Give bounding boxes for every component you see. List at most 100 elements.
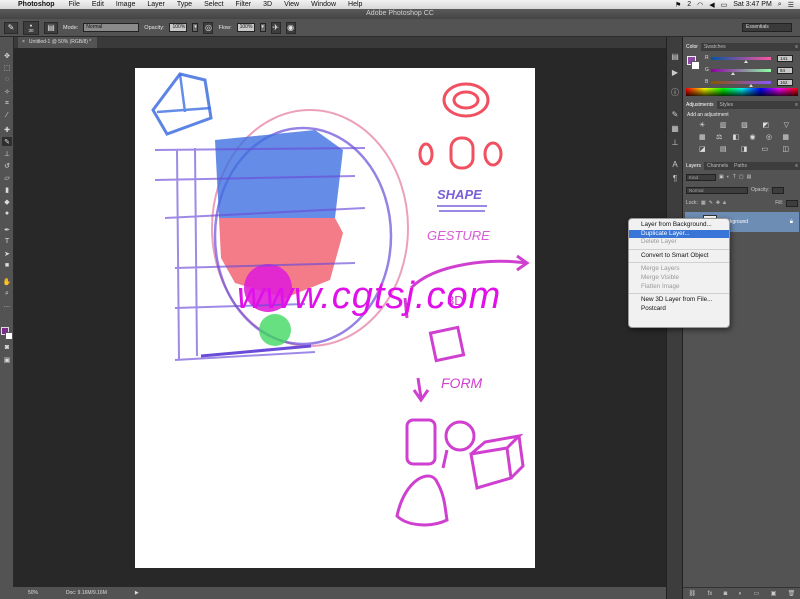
- move-tool-icon[interactable]: ✥: [2, 51, 12, 60]
- paragraph-panel-icon[interactable]: ¶: [670, 173, 680, 183]
- new-adjustment-layer-icon[interactable]: ◐: [739, 591, 743, 597]
- info-panel-icon[interactable]: ⓘ: [670, 87, 680, 97]
- menu-3d[interactable]: 3D: [257, 1, 278, 8]
- color-panel-background-swatch[interactable]: [691, 61, 700, 70]
- edit-toolbar-icon[interactable]: …: [2, 301, 12, 310]
- new-layer-icon[interactable]: ▣: [771, 590, 777, 597]
- history-panel-icon[interactable]: ▤: [670, 51, 680, 61]
- flow-dropdown-icon[interactable]: ▾: [259, 23, 266, 32]
- posterize-icon[interactable]: ▤: [720, 145, 727, 153]
- tab-layers[interactable]: Layers: [683, 162, 705, 170]
- flow-input[interactable]: 100%: [236, 23, 255, 32]
- red-value-input[interactable]: 141: [777, 54, 793, 62]
- battery-icon[interactable]: ▭: [721, 1, 728, 9]
- app-menu[interactable]: Photoshop: [14, 1, 63, 8]
- properties-panel-icon[interactable]: ▶: [670, 67, 680, 77]
- tab-styles[interactable]: Styles: [717, 101, 737, 109]
- brightness-contrast-icon[interactable]: ☀: [699, 121, 705, 129]
- marquee-tool-icon[interactable]: ⬚: [2, 63, 12, 72]
- menu-type[interactable]: Type: [171, 1, 198, 8]
- menu-layer[interactable]: Layer: [141, 1, 171, 8]
- pressure-opacity-icon[interactable]: ◎: [203, 21, 214, 34]
- screen-mode-icon[interactable]: ▣: [2, 355, 12, 364]
- background-color-swatch[interactable]: [5, 332, 13, 340]
- pressure-size-icon[interactable]: ◉: [285, 21, 296, 34]
- green-slider[interactable]: [711, 68, 771, 75]
- filter-pixel-icon[interactable]: ▣: [719, 174, 724, 180]
- lock-position-icon[interactable]: ✥: [716, 200, 720, 206]
- brush-tool-preset-icon[interactable]: ✎: [4, 21, 18, 34]
- brush-panel-icon[interactable]: ✎: [670, 109, 680, 119]
- status-menu-arrow-icon[interactable]: ▶: [135, 590, 139, 596]
- menu-help[interactable]: Help: [342, 1, 368, 8]
- new-group-icon[interactable]: ▭: [754, 590, 760, 597]
- crop-tool-icon[interactable]: ⌗: [2, 99, 12, 108]
- close-tab-icon[interactable]: ×: [22, 37, 25, 48]
- blue-value-input[interactable]: 162: [777, 78, 793, 86]
- menu-select[interactable]: Select: [198, 1, 229, 8]
- color-balance-icon[interactable]: ⚖: [716, 133, 722, 141]
- gradient-tool-icon[interactable]: ▮: [2, 185, 12, 194]
- filter-adjustment-icon[interactable]: ◐: [727, 174, 730, 180]
- layers-menu-icon[interactable]: ≡: [792, 162, 800, 170]
- menu-window[interactable]: Window: [305, 1, 342, 8]
- menu-item-new-3d-layer-from-file[interactable]: New 3D Layer from File...: [629, 296, 729, 305]
- delete-layer-icon[interactable]: 🗑︎: [788, 590, 796, 597]
- levels-icon[interactable]: ▥: [720, 121, 727, 129]
- quick-selection-tool-icon[interactable]: ✧: [2, 87, 12, 96]
- pen-tool-icon[interactable]: ✒: [2, 225, 12, 234]
- brush-preset-picker[interactable]: ● 30: [23, 20, 39, 35]
- vibrance-icon[interactable]: ▽: [784, 121, 789, 129]
- wifi-icon[interactable]: ◠: [697, 1, 703, 9]
- menu-item-postcard[interactable]: Postcard: [629, 305, 729, 314]
- green-value-input[interactable]: 84: [777, 66, 793, 74]
- menu-item-duplicate-layer[interactable]: Duplicate Layer...: [629, 229, 729, 239]
- layer-kind-filter[interactable]: Kind: [686, 173, 716, 181]
- exposure-icon[interactable]: ◩: [762, 121, 769, 129]
- clone-source-panel-icon[interactable]: ⊥: [670, 137, 680, 147]
- opacity-input[interactable]: 100%: [169, 23, 188, 32]
- menu-view[interactable]: View: [278, 1, 305, 8]
- red-slider-knob[interactable]: [744, 59, 748, 63]
- filter-smart-icon[interactable]: ▤: [747, 174, 752, 180]
- green-slider-knob[interactable]: [731, 71, 735, 75]
- opacity-dropdown-icon[interactable]: ▾: [192, 23, 199, 32]
- layer-opacity-input[interactable]: [772, 186, 785, 194]
- menubar-clock[interactable]: Sat 3:47 PM: [733, 1, 772, 8]
- history-brush-tool-icon[interactable]: ↺: [2, 161, 12, 170]
- zoom-level[interactable]: 50%: [28, 590, 38, 596]
- document-canvas[interactable]: SHAPE GESTURE 3D FORM www.cgtsj.com: [135, 68, 535, 568]
- canvas-area[interactable]: SHAPE GESTURE 3D FORM www.cgtsj.com: [14, 48, 666, 587]
- filter-shape-icon[interactable]: ▢: [739, 174, 744, 180]
- threshold-icon[interactable]: ◨: [741, 145, 748, 153]
- brush-panel-toggle-icon[interactable]: ▤: [44, 21, 58, 34]
- curves-icon[interactable]: ▨: [741, 121, 748, 129]
- healing-brush-tool-icon[interactable]: ✚: [2, 125, 12, 134]
- photo-filter-icon[interactable]: ◉: [749, 133, 755, 141]
- menu-item-layer-from-background[interactable]: Layer from Background...: [629, 221, 729, 230]
- clone-stamp-tool-icon[interactable]: ⊥: [2, 149, 12, 158]
- tab-color[interactable]: Color: [683, 43, 701, 51]
- airbrush-icon[interactable]: ✈: [270, 21, 281, 34]
- panel-menu-icon[interactable]: ≡: [792, 43, 800, 51]
- menu-item-convert-to-smart-object[interactable]: Convert to Smart Object: [629, 252, 729, 261]
- menu-filter[interactable]: Filter: [230, 1, 258, 8]
- tab-paths[interactable]: Paths: [731, 162, 750, 170]
- hue-saturation-icon[interactable]: ▦: [699, 133, 706, 141]
- notification-badge-icon[interactable]: ⚑: [675, 1, 681, 9]
- spotlight-icon[interactable]: ⌕: [778, 1, 782, 9]
- color-spectrum-ramp[interactable]: [686, 88, 798, 96]
- brush-presets-panel-icon[interactable]: ▦: [670, 123, 680, 133]
- tab-swatches[interactable]: Swatches: [701, 43, 729, 51]
- menu-file[interactable]: File: [63, 1, 86, 8]
- quick-mask-icon[interactable]: ◙: [2, 343, 12, 352]
- layer-style-icon[interactable]: fx: [708, 591, 713, 597]
- lasso-tool-icon[interactable]: ◌: [2, 75, 12, 84]
- path-selection-tool-icon[interactable]: ➤: [2, 249, 12, 258]
- workspace-switcher[interactable]: Essentials: [742, 23, 792, 32]
- red-slider[interactable]: [711, 56, 771, 63]
- blue-slider[interactable]: [711, 80, 771, 87]
- link-layers-icon[interactable]: ⛓: [689, 590, 697, 597]
- menu-image[interactable]: Image: [110, 1, 141, 8]
- black-white-icon[interactable]: ◧: [733, 133, 740, 141]
